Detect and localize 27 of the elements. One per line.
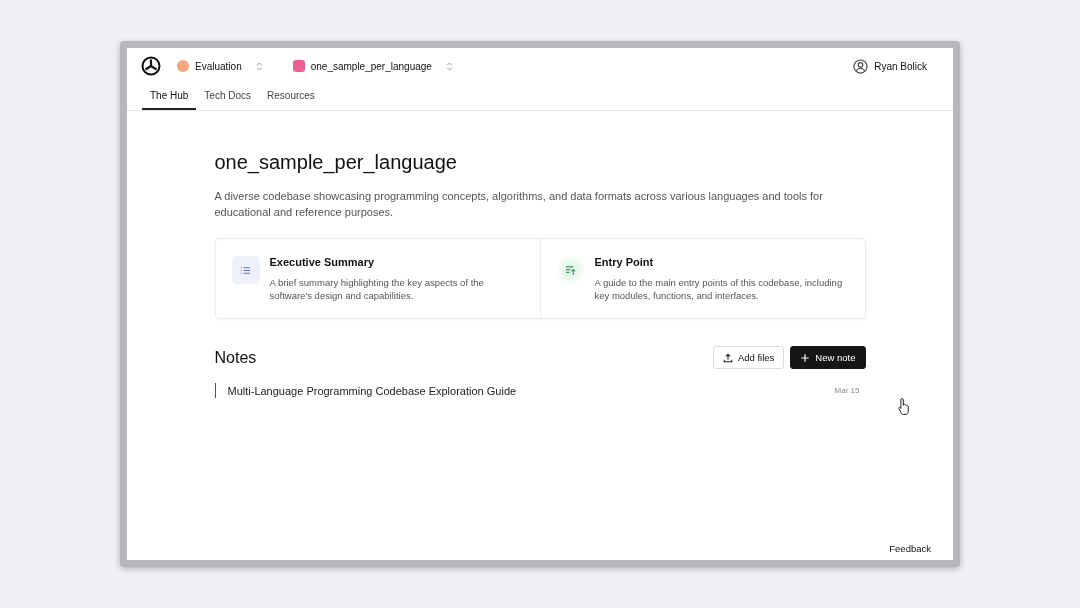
- chevron-updown-icon: [445, 60, 453, 72]
- sort-up-icon: [556, 256, 585, 284]
- project-selector[interactable]: one_sample_per_language: [292, 60, 453, 72]
- tab[interactable]: The Hub: [142, 90, 197, 110]
- list-icon: [231, 256, 260, 284]
- add-files-button[interactable]: Add files: [712, 346, 785, 369]
- card-title[interactable]: Entry Point: [594, 256, 849, 268]
- user-menu[interactable]: Ryan Bolick: [853, 58, 927, 74]
- note-row[interactable]: Multi-Language Programming Codebase Exploration Guide Mar 15: [214, 383, 866, 398]
- card-description: A guide to the main entry points of this codebase, including key modules, functions, and interfaces.: [594, 276, 844, 302]
- new-note-button[interactable]: New note: [790, 346, 866, 369]
- note-title: Multi-Language Programming Codebase Exploration Guide: [227, 384, 517, 397]
- note-date: Mar 15: [834, 386, 860, 395]
- logo-icon[interactable]: [141, 56, 161, 76]
- plus-icon: [800, 352, 811, 363]
- notes-heading: Notes: [214, 348, 257, 367]
- tab[interactable]: Tech Docs: [196, 90, 260, 110]
- tab[interactable]: Resources: [259, 90, 323, 110]
- user-icon: [853, 58, 869, 74]
- workspace-selector[interactable]: Evaluation: [177, 60, 263, 72]
- card-title[interactable]: Executive Summary: [269, 256, 524, 268]
- chevron-updown-icon: [255, 60, 263, 72]
- upload-icon: [722, 352, 733, 363]
- project-description: A diverse codebase showcasing programming concepts, algorithms, and data formats across various languages and tools for educational and reference purposes.: [214, 189, 824, 220]
- project-title: one_sample_per_language: [214, 151, 458, 174]
- hand-cursor-icon: [898, 397, 912, 415]
- card-description: A brief summary highlighting the key aspects of the software's design and capabilities.: [269, 276, 485, 302]
